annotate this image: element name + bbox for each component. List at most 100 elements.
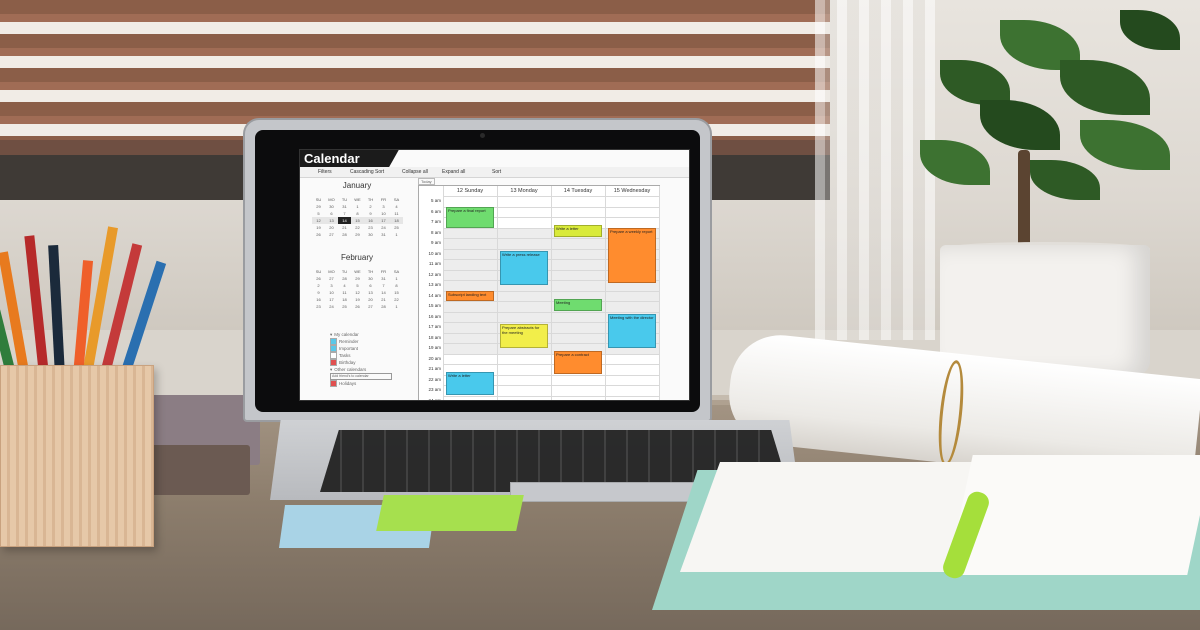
mini-calendar-day[interactable]: 27 [325, 231, 338, 238]
day-column-header[interactable]: 12 Sunday [443, 186, 498, 196]
mini-calendar-day[interactable]: 27 [325, 275, 338, 282]
mini-calendar-day[interactable]: 28 [338, 275, 351, 282]
add-friend-input[interactable]: Add friend's to calendar [330, 373, 392, 380]
mini-calendar-day[interactable]: 25 [338, 303, 351, 310]
calendar-color-swatch[interactable] [330, 380, 337, 387]
calendar-list-item[interactable]: Birthday [330, 359, 392, 366]
mini-calendar-day[interactable]: 1 [390, 303, 403, 310]
mini-calendar-day[interactable]: 15 [390, 289, 403, 296]
mini-calendar-day[interactable]: 9 [364, 210, 377, 217]
mini-calendar-day[interactable]: 23 [364, 224, 377, 231]
mini-calendar-day[interactable]: 28 [377, 303, 390, 310]
mini-calendar-day[interactable]: 7 [338, 210, 351, 217]
mini-calendar-day[interactable]: 21 [338, 224, 351, 231]
calendar-event[interactable]: Prepare abstracts for the meeting [500, 324, 548, 349]
mini-calendar-day[interactable]: 26 [312, 231, 325, 238]
mini-calendar-day[interactable]: 26 [351, 303, 364, 310]
calendar-event[interactable]: Write a letter [446, 372, 494, 396]
mini-calendar-day[interactable]: 12 [312, 217, 325, 224]
mini-calendar-day[interactable]: 20 [325, 224, 338, 231]
my-calendars-heading[interactable]: ▾ My calendar [330, 331, 392, 338]
menu-sort[interactable]: Sort [492, 169, 501, 175]
expand-arrow-icon[interactable]: ▾ [330, 367, 332, 373]
mini-calendar-day[interactable]: 9 [312, 289, 325, 296]
mini-calendar-day[interactable]: 24 [377, 224, 390, 231]
menu-cascading-sort[interactable]: Cascading Sort [350, 169, 384, 175]
mini-calendar-day[interactable]: 25 [390, 224, 403, 231]
day-column-header[interactable]: 15 Wednesday [605, 186, 660, 196]
mini-calendar-day[interactable]: 8 [390, 282, 403, 289]
today-button[interactable]: Today [418, 178, 435, 185]
mini-calendar-day[interactable]: 10 [325, 289, 338, 296]
calendar-list-item[interactable]: Reminder [330, 338, 392, 345]
expand-arrow-icon[interactable]: ▾ [330, 332, 332, 338]
menu-filters[interactable]: Filters [318, 169, 332, 175]
mini-calendar-day[interactable]: 23 [312, 303, 325, 310]
calendar-color-swatch[interactable] [330, 338, 337, 345]
mini-calendar-day[interactable]: 12 [351, 289, 364, 296]
mini-calendar-day[interactable]: 31 [338, 203, 351, 210]
mini-calendar-day[interactable]: 31 [377, 275, 390, 282]
calendar-event[interactable]: Write a letter [554, 225, 602, 237]
mini-calendar-day[interactable]: 30 [364, 275, 377, 282]
mini-calendar-day[interactable]: 24 [325, 303, 338, 310]
calendar-event[interactable]: Prepare a final report [446, 206, 494, 228]
calendar-event[interactable]: Meeting with the director [608, 313, 656, 349]
mini-calendar-day[interactable]: 4 [338, 282, 351, 289]
calendar-list-item[interactable]: Tasks [330, 352, 392, 359]
mini-calendar-day[interactable]: 1 [351, 203, 364, 210]
calendar-color-swatch[interactable] [330, 352, 337, 359]
mini-calendar-day[interactable]: 30 [325, 203, 338, 210]
calendar-event[interactable]: Meeting [554, 298, 602, 312]
mini-calendar-day[interactable]: 18 [338, 296, 351, 303]
calendar-event[interactable]: Write a press release [500, 250, 548, 286]
mini-calendar-day[interactable]: 31 [377, 231, 390, 238]
mini-calendar-day[interactable]: 26 [312, 275, 325, 282]
mini-calendar-day[interactable]: 27 [364, 303, 377, 310]
mini-calendar-day[interactable]: 21 [377, 296, 390, 303]
mini-calendar-day[interactable]: 15 [351, 217, 364, 224]
mini-calendar-day[interactable]: 2 [312, 282, 325, 289]
calendar-list-item[interactable]: Holidays [330, 380, 392, 387]
calendar-event[interactable]: Prepare a contract [554, 351, 602, 375]
calendar-list-item[interactable]: Important [330, 345, 392, 352]
menu-collapse-all[interactable]: Collapse all [402, 169, 428, 175]
mini-calendar-day[interactable]: 3 [325, 282, 338, 289]
calendar-color-swatch[interactable] [330, 359, 337, 366]
mini-calendar-day[interactable]: 16 [312, 296, 325, 303]
mini-calendar-day[interactable]: 6 [364, 282, 377, 289]
mini-calendar-day[interactable]: 30 [364, 231, 377, 238]
mini-calendar-day[interactable]: 1 [390, 275, 403, 282]
day-column-header[interactable]: 14 Tuesday [551, 186, 606, 196]
mini-calendar-day[interactable]: 7 [377, 282, 390, 289]
mini-calendar-day[interactable]: 6 [325, 210, 338, 217]
mini-calendar-day[interactable]: 11 [338, 289, 351, 296]
mini-calendar-day[interactable]: 14 [377, 289, 390, 296]
mini-calendar-day[interactable]: 2 [364, 203, 377, 210]
mini-calendar-day[interactable]: 20 [364, 296, 377, 303]
mini-calendar-day[interactable]: 10 [377, 210, 390, 217]
other-calendars-heading[interactable]: ▾ Other calendars [330, 366, 392, 373]
mini-calendar-day[interactable]: 13 [364, 289, 377, 296]
mini-calendar-day[interactable]: 22 [390, 296, 403, 303]
calendar-event[interactable]: Prepare a weekly report [608, 227, 656, 284]
mini-calendar-day[interactable]: 18 [390, 217, 403, 224]
calendar-event[interactable]: Subscript landing text [446, 290, 494, 301]
mini-calendar-day[interactable]: 11 [390, 210, 403, 217]
calendar-color-swatch[interactable] [330, 345, 337, 352]
mini-calendar-day[interactable]: 14 [338, 217, 351, 224]
mini-calendar-day[interactable]: 13 [325, 217, 338, 224]
mini-calendar-day[interactable]: 3 [377, 203, 390, 210]
mini-calendar-day[interactable]: 17 [325, 296, 338, 303]
mini-calendar-day[interactable]: 19 [351, 296, 364, 303]
mini-calendar-day[interactable]: 29 [312, 203, 325, 210]
mini-calendar-day[interactable]: 28 [338, 231, 351, 238]
mini-calendar-day[interactable]: 5 [312, 210, 325, 217]
mini-calendar-day[interactable]: 22 [351, 224, 364, 231]
mini-calendar-day[interactable]: 1 [390, 231, 403, 238]
mini-calendar-day[interactable]: 29 [351, 275, 364, 282]
mini-calendar-day[interactable]: 19 [312, 224, 325, 231]
menu-expand-all[interactable]: Expand all [442, 169, 465, 175]
mini-calendar-day[interactable]: 17 [377, 217, 390, 224]
mini-calendar-day[interactable]: 29 [351, 231, 364, 238]
